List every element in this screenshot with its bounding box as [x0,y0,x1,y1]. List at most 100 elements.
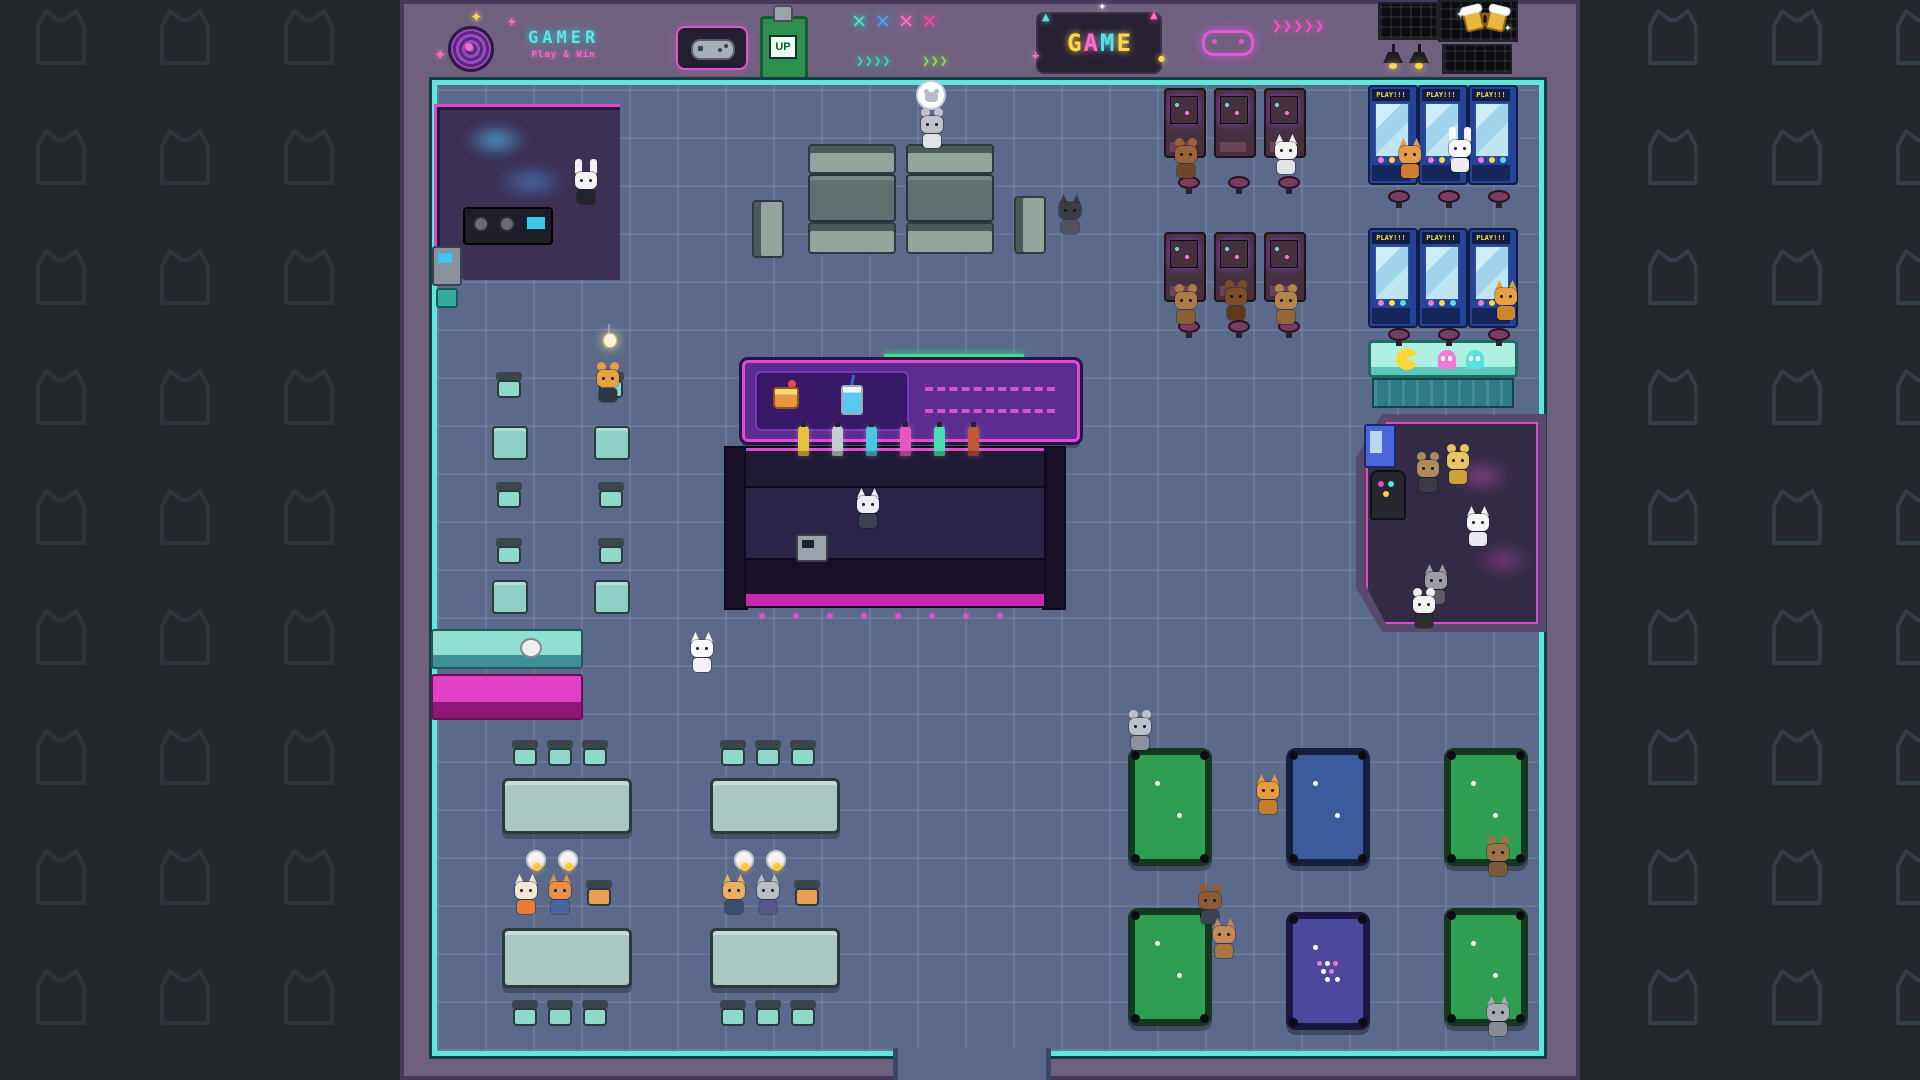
arrow-neon: ❯❯❯ [922,54,948,69]
chair[interactable] [788,1000,818,1030]
chair[interactable] [753,1000,783,1030]
vending-window [1370,431,1382,453]
chair[interactable] [753,740,783,770]
chair[interactable] [718,740,748,770]
side-table[interactable] [492,426,528,460]
chair[interactable] [792,880,822,910]
character-bear-pool[interactable] [1196,888,1224,926]
bar-front-counter[interactable] [744,558,1046,608]
side-table[interactable] [594,580,630,614]
side-table[interactable] [594,426,630,460]
bar-work-area[interactable] [744,486,1046,562]
ticket-kiosk[interactable] [432,246,462,286]
character-tiger-left[interactable] [594,366,622,404]
trash-bin[interactable] [436,288,458,308]
stool[interactable] [1278,176,1300,194]
chair[interactable] [596,538,626,568]
chair[interactable] [510,740,540,770]
claw-machine[interactable]: PLAY!!! [1468,85,1518,185]
character-monkey-arcade-1[interactable] [1172,288,1200,326]
chair[interactable] [788,740,818,770]
character-mouse-doorway[interactable] [918,112,946,150]
booth-table[interactable] [906,174,994,222]
claw-machine[interactable]: PLAY!!! [1418,228,1468,328]
counter-stool[interactable] [520,638,542,658]
booth-bench[interactable] [808,222,896,254]
chair[interactable] [580,1000,610,1030]
character-black-cat[interactable] [1056,198,1084,236]
side-bench[interactable] [752,200,784,258]
jukebox[interactable] [1370,470,1406,520]
chair[interactable] [545,1000,575,1030]
character-dog-pool[interactable] [1484,840,1512,878]
dining-table[interactable] [502,778,632,834]
dj-deck[interactable] [463,207,553,245]
character-deer-lounge[interactable] [1414,456,1442,494]
character-orange-fox-dining[interactable] [546,878,574,916]
claw-machine[interactable]: PLAY!!! [1368,228,1418,328]
bar-back-counter[interactable] [744,446,1046,490]
character-white-cat-walking[interactable] [688,636,716,674]
dpad-icon [698,46,703,51]
dining-table[interactable] [710,928,840,988]
cash-register[interactable] [796,534,828,562]
pool-table[interactable] [1286,748,1370,866]
character-monkey-arcade-2[interactable] [1272,288,1300,326]
character-mouse-pool[interactable] [1126,714,1154,752]
character-rabbit-dj[interactable] [572,168,600,206]
up-arcade-machine[interactable]: UP [760,16,808,86]
character-tan-cat-dining[interactable] [720,878,748,916]
chair[interactable] [494,538,524,568]
neon-counter[interactable] [431,674,583,720]
cocktail-icon [773,379,799,415]
character-white-cat-arcade[interactable] [1272,138,1300,176]
chair[interactable] [596,482,626,512]
side-table[interactable] [492,580,528,614]
booth-bench[interactable] [808,144,896,174]
character-panda-lounge[interactable] [1410,592,1438,630]
chair[interactable] [580,740,610,770]
side-bench[interactable] [1014,196,1046,254]
chair[interactable] [494,372,524,402]
booth-bench[interactable] [906,222,994,254]
stool[interactable] [1228,320,1250,338]
stool[interactable] [1388,190,1410,208]
stool[interactable] [1438,328,1460,346]
booth-table[interactable] [808,174,896,222]
side-counter[interactable] [431,629,583,669]
character-white-cat-lounge[interactable] [1464,510,1492,548]
character-brown-cat-pool[interactable] [1210,922,1238,960]
dining-table[interactable] [710,778,840,834]
chair[interactable] [545,740,575,770]
dining-table[interactable] [502,928,632,988]
cat-head-pattern-icon [274,126,344,186]
character-rabbit-claw[interactable] [1446,136,1474,174]
character-bear-arcade-2[interactable] [1222,284,1250,322]
gamepad-pink-neon [1202,30,1254,56]
character-orange-cat-pool[interactable] [1254,778,1282,816]
character-orange-cat-standing[interactable] [1492,284,1520,322]
chair[interactable] [718,1000,748,1030]
character-gray-cat-pool[interactable] [1484,1000,1512,1038]
chair[interactable] [494,482,524,512]
character-cream-fox-dining[interactable] [512,878,540,916]
stool[interactable] [1388,328,1410,346]
stool[interactable] [1488,190,1510,208]
character-gray-cat-dining[interactable] [754,878,782,916]
chair[interactable] [510,1000,540,1030]
gamer-subtext: Play & Win [528,50,599,60]
character-bear-arcade[interactable] [1172,142,1200,180]
entrance-doorway[interactable] [893,1048,1051,1080]
stool[interactable] [1488,328,1510,346]
character-husky-bartender[interactable] [854,492,882,530]
character-orange-cat-claw[interactable] [1396,142,1424,180]
pool-table[interactable] [1128,748,1212,866]
arcade-cabinet[interactable] [1214,88,1256,158]
pendant-lamp [734,850,756,874]
vending-machine[interactable] [1364,424,1396,468]
stool[interactable] [1228,176,1250,194]
stool[interactable] [1438,190,1460,208]
pool-table[interactable] [1286,912,1370,1030]
character-giraffe-lounge[interactable] [1444,448,1472,486]
chair[interactable] [584,880,614,910]
